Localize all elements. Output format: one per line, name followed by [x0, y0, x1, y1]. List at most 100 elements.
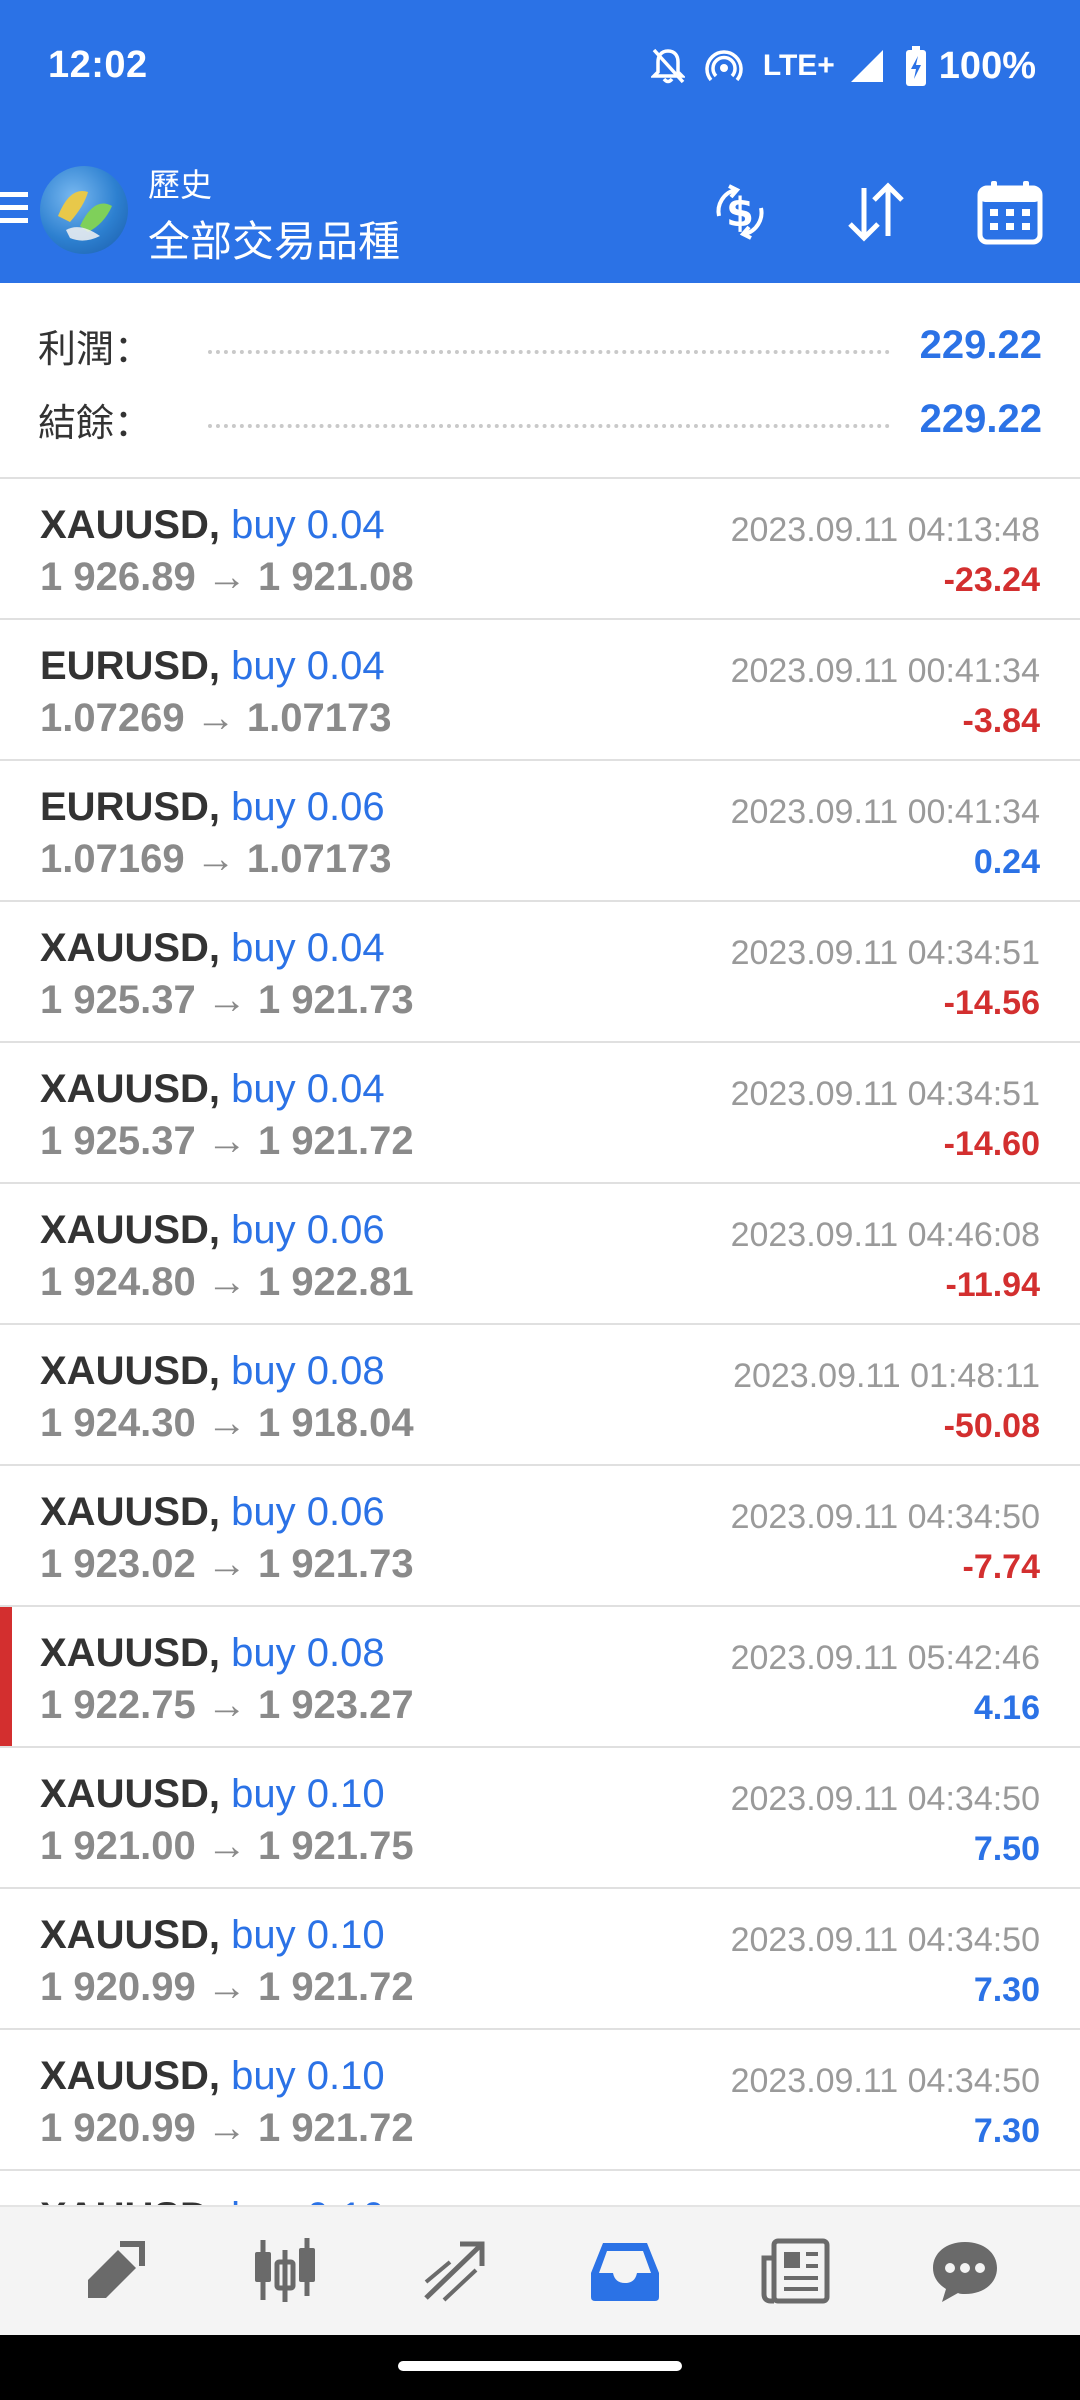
- deal-symbol: XAUUSD,: [40, 1772, 221, 1816]
- nav-trade[interactable]: [400, 2216, 510, 2326]
- deal-row[interactable]: XAUUSD, buy 0.04 1 925.37 → 1 921.72 202…: [0, 1043, 1080, 1184]
- arrow-icon: →: [206, 1260, 247, 1304]
- deal-header: XAUUSD, buy 0.06: [40, 1208, 385, 1253]
- balance-value: 229.22: [919, 396, 1042, 441]
- arrow-icon: →: [206, 1965, 247, 2009]
- open-price: 1 920.99: [40, 1965, 196, 2009]
- sort-button[interactable]: [838, 174, 914, 250]
- deal-prices: 1 925.37 → 1 921.72: [40, 1119, 414, 1164]
- deal-profit: 7.30: [973, 2112, 1040, 2150]
- open-price: 1 923.02: [40, 1542, 196, 1586]
- signal-icon: [850, 50, 883, 82]
- deal-prices: 1.07269 → 1.07173: [40, 696, 391, 741]
- battery-level: 100%: [938, 44, 1036, 87]
- deal-header: XAUUSD, buy 0.10: [40, 1772, 385, 1817]
- bell-off-icon: [650, 48, 685, 84]
- symbol-filter[interactable]: 全部交易品種: [148, 208, 400, 269]
- deal-profit: -23.24: [943, 561, 1040, 599]
- deal-row[interactable]: XAUUSD, buy 0.04 1 925.37 → 1 921.73 202…: [0, 902, 1080, 1043]
- deal-prices: 1 926.89 → 1 921.08: [40, 555, 414, 600]
- deal-time: 2023.09.11 00:41:34: [730, 652, 1040, 690]
- nav-chat[interactable]: [910, 2216, 1020, 2326]
- close-price: 1 921.72: [257, 1965, 414, 2009]
- deal-side-volume: buy 0.04: [231, 926, 385, 970]
- deal-symbol: XAUUSD,: [40, 503, 221, 547]
- deal-time: 2023.09.11 04:34:50: [730, 2062, 1040, 2100]
- deal-profit: -7.74: [962, 1548, 1041, 1586]
- deal-row[interactable]: EURUSD, buy 0.04 1.07269 → 1.07173 2023.…: [0, 620, 1080, 761]
- close-price: 1 921.73: [257, 978, 414, 1022]
- calendar-icon: [977, 181, 1043, 245]
- open-price: 1 924.80: [40, 1260, 196, 1304]
- home-gesture-handle[interactable]: [398, 2361, 682, 2371]
- menu-icon[interactable]: [0, 188, 28, 228]
- deal-symbol: XAUUSD,: [40, 1631, 221, 1675]
- deal-profit: -50.08: [943, 1407, 1040, 1445]
- close-price: 1 921.72: [257, 2106, 414, 2150]
- deal-time: 2023.09.11 05:42:46: [730, 1639, 1040, 1677]
- battery-charging-icon: [905, 46, 926, 86]
- deal-time: 2023.09.11 04:13:48: [730, 511, 1040, 549]
- open-price: 1 920.99: [40, 2106, 196, 2150]
- deal-row[interactable]: XAUUSD, buy 0.06 1 924.80 → 1 922.81 202…: [0, 1184, 1080, 1325]
- arrow-icon: →: [206, 1683, 247, 1727]
- deal-row[interactable]: XAUUSD, buy 0.10 1 921.00 → 1 921.75 202…: [0, 1748, 1080, 1889]
- deal-prices: 1 921.00 → 1 921.75: [40, 1824, 414, 1869]
- arrow-icon: →: [206, 1542, 247, 1586]
- deal-symbol: XAUUSD,: [40, 2054, 221, 2098]
- deal-side-volume: buy 0.06: [231, 1490, 385, 1534]
- arrow-icon: →: [206, 555, 247, 599]
- deal-row[interactable]: XAUUSD, buy 0.08 1 922.75 → 1 923.27 202…: [0, 1607, 1080, 1748]
- deal-header: XAUUSD, buy 0.04: [40, 1067, 385, 1112]
- deposit-withdraw-button[interactable]: $: [702, 174, 778, 250]
- open-price: 1 926.89: [40, 555, 196, 599]
- deal-symbol: EURUSD,: [40, 644, 221, 688]
- balance-label: 結餘：: [38, 400, 153, 445]
- page-title: 歷史: [148, 166, 213, 204]
- deal-row[interactable]: XAUUSD, buy 0.10 1 920.99 → 1 921.72 202…: [0, 1889, 1080, 2030]
- deal-row[interactable]: XAUUSD, buy 0.06 1 923.02 → 1 921.73 202…: [0, 1466, 1080, 1607]
- deal-row[interactable]: XAUUSD, buy 0.08 1 924.30 → 1 918.04 202…: [0, 1325, 1080, 1466]
- nav-history[interactable]: [570, 2216, 680, 2326]
- deal-time: 2023.09.11 04:34:50: [730, 1498, 1040, 1536]
- deal-row[interactable]: EURUSD, buy 0.06 1.07169 → 1.07173 2023.…: [0, 761, 1080, 902]
- deal-profit: -14.56: [943, 984, 1040, 1022]
- deal-side-volume: buy 0.10: [231, 1772, 385, 1816]
- dotted-leader: [208, 348, 890, 354]
- deal-row[interactable]: XAUUSD, buy 0.04 1 926.89 → 1 921.08 202…: [0, 479, 1080, 620]
- nav-news[interactable]: [740, 2216, 850, 2326]
- deal-header: XAUUSD, buy 0.08: [40, 1631, 385, 1676]
- sort-icon: [848, 182, 904, 242]
- deal-profit: 7.50: [973, 1830, 1040, 1868]
- deal-header: XAUUSD, buy 0.10: [40, 1913, 385, 1958]
- profit-label: 利潤：: [38, 326, 153, 371]
- deal-header: XAUUSD, buy 0.04: [40, 503, 385, 548]
- deal-profit: -3.84: [962, 702, 1041, 740]
- deal-row[interactable]: XAUUSD, buy 0.10 1 920.99 → 1 921.72 202…: [0, 2030, 1080, 2171]
- deal-time: 2023.09.11 00:41:34: [730, 793, 1040, 831]
- deal-header: XAUUSD, buy 0.04: [40, 926, 385, 971]
- deal-symbol: XAUUSD,: [40, 1490, 221, 1534]
- close-price: 1.07173: [246, 696, 392, 740]
- deal-prices: 1 920.99 → 1 921.72: [40, 2106, 414, 2151]
- period-button[interactable]: [972, 174, 1048, 250]
- deal-profit: 0.24: [973, 843, 1040, 881]
- deal-side-volume: buy 0.10: [231, 2054, 385, 2098]
- deal-prices: 1 922.75 → 1 923.27: [40, 1683, 414, 1728]
- deal-prices: 1 924.80 → 1 922.81: [40, 1260, 414, 1305]
- arrow-icon: →: [195, 837, 236, 881]
- status-time: 12:02: [48, 44, 148, 86]
- open-price: 1 924.30: [40, 1401, 196, 1445]
- close-price: 1 918.04: [257, 1401, 414, 1445]
- network-type: LTE+: [762, 49, 835, 82]
- open-price: 1 922.75: [40, 1683, 196, 1727]
- nav-chart[interactable]: [230, 2216, 340, 2326]
- deal-side-volume: buy 0.04: [231, 1067, 385, 1111]
- app-bar: 歷史 全部交易品種 $: [0, 136, 1080, 283]
- deal-symbol: EURUSD,: [40, 785, 221, 829]
- deal-symbol: XAUUSD,: [40, 1349, 221, 1393]
- open-price: 1.07169: [40, 837, 185, 881]
- deal-time: 2023.09.11 04:34:50: [730, 1921, 1040, 1959]
- app-logo[interactable]: [40, 166, 128, 254]
- nav-quotes[interactable]: [60, 2216, 170, 2326]
